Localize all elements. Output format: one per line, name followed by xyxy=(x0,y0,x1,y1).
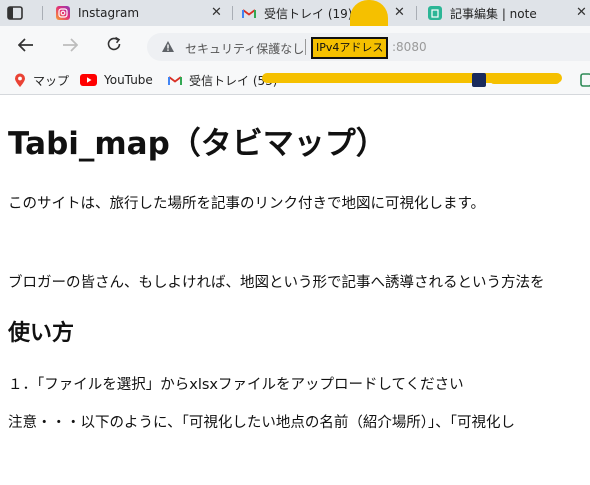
tab-separator xyxy=(232,6,233,20)
note-icon xyxy=(428,6,442,20)
address-bar[interactable]: セキュリティ保護なし IPv4アドレス :8080 xyxy=(147,33,590,61)
tab-separator xyxy=(42,6,43,20)
maps-pin-icon xyxy=(14,73,26,88)
bookmark-overflow[interactable] xyxy=(580,72,590,88)
reload-icon xyxy=(106,36,122,56)
browser-toolbar: セキュリティ保護なし IPv4アドレス :8080 xyxy=(0,26,590,66)
tab-gmail[interactable]: 受信トレイ (19) - ✕ xyxy=(242,0,414,26)
gmail-icon xyxy=(242,6,256,20)
page-title: Tabi_map（タビマップ） xyxy=(8,126,387,162)
youtube-icon xyxy=(80,74,97,86)
tab-title: Instagram xyxy=(78,6,140,20)
warning-icon[interactable] xyxy=(161,40,175,56)
tab-actions-icon[interactable] xyxy=(6,4,24,22)
tab-title: 受信トレイ (19) - xyxy=(264,6,361,21)
tab-separator xyxy=(416,6,417,20)
bookmark-maps[interactable]: マップ xyxy=(14,72,69,88)
reload-button[interactable] xyxy=(102,34,126,58)
tab-title: 記事編集 | note xyxy=(450,6,537,21)
bookmark-label: YouTube xyxy=(104,73,153,87)
close-icon[interactable]: ✕ xyxy=(576,5,587,20)
url-port[interactable]: :8080 xyxy=(392,40,427,54)
bloggers-text: ブロガーの皆さん、もしよければ、地図という形で記事へ誘導されるという方法を xyxy=(8,275,545,291)
bookmark-youtube[interactable]: YouTube xyxy=(80,72,153,88)
close-icon[interactable]: ✕ xyxy=(394,5,405,20)
security-status[interactable]: セキュリティ保護なし xyxy=(185,40,304,57)
bookmark-gmail[interactable]: 受信トレイ (53) xyxy=(168,72,277,88)
arrow-left-icon xyxy=(17,37,34,56)
address-divider xyxy=(305,39,306,55)
tab-instagram[interactable]: Instagram ✕ xyxy=(56,0,232,26)
intro-text: このサイトは、旅行した場所を記事のリンク付きで地図に可視化します。 xyxy=(8,196,486,212)
bookmark-favicon xyxy=(472,73,486,87)
usage-heading: 使い方 xyxy=(8,321,75,346)
url-host[interactable]: IPv4アドレス xyxy=(311,37,389,59)
tab-note[interactable]: 記事編集 | note ✕ xyxy=(428,0,590,26)
step-1-text: １．「ファイルを選択」からxlsxファイルをアップロードしてください xyxy=(8,377,464,393)
bookmarks-bar: マップ YouTube 受信トレイ (53) xyxy=(0,66,590,95)
note-text: 注意・・・以下のように、「可視化したい地点の名前（紹介場所）」、「可視化し xyxy=(8,415,516,431)
redaction-mark xyxy=(490,76,560,84)
close-icon[interactable]: ✕ xyxy=(211,5,222,20)
forward-button[interactable] xyxy=(58,34,82,58)
arrow-right-icon xyxy=(62,37,79,56)
gmail-icon xyxy=(168,75,182,86)
tab-strip: Instagram ✕ 受信トレイ (19) - ✕ 記事編集 | note ✕ xyxy=(0,0,590,26)
back-button[interactable] xyxy=(14,34,38,58)
bookmark-favicon xyxy=(580,73,590,87)
bookmark-label: マップ xyxy=(33,73,70,88)
page-content: Tabi_map（タビマップ） このサイトは、旅行した場所を記事のリンク付きで地… xyxy=(0,95,590,485)
instagram-icon xyxy=(56,6,70,20)
